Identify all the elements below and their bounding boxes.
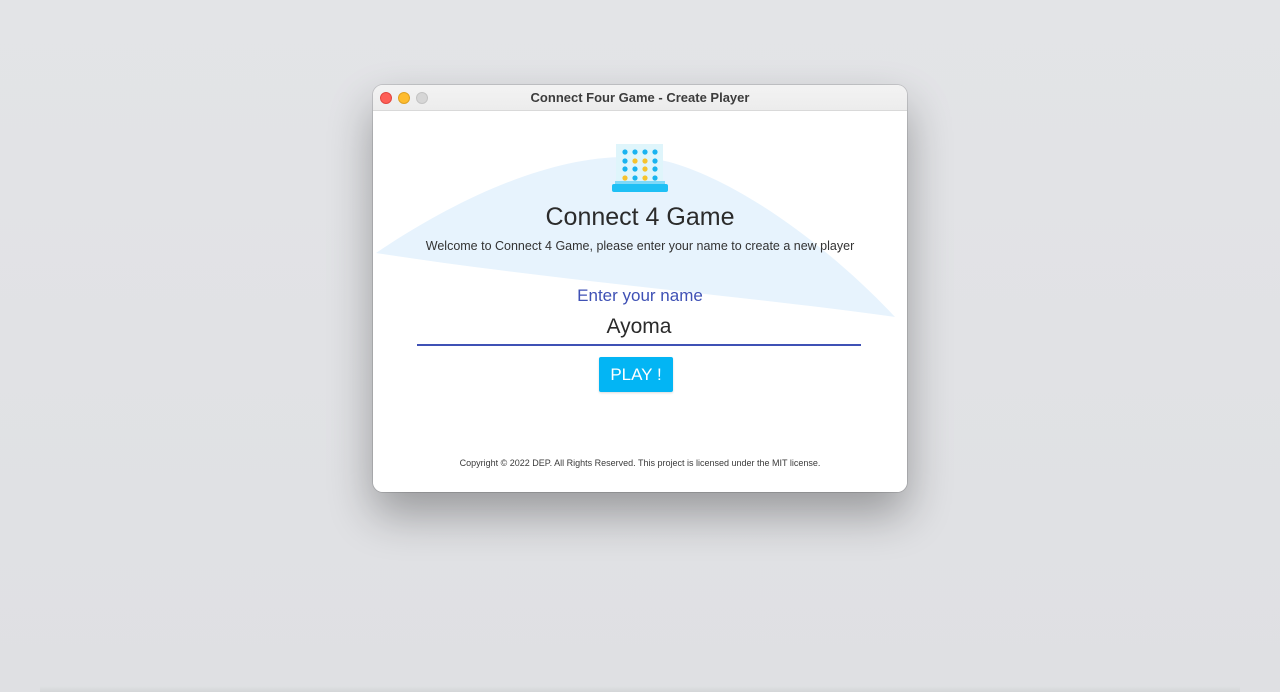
title-bar[interactable]: Connect Four Game - Create Player: [373, 85, 907, 111]
connect-four-board-icon: [612, 144, 668, 192]
name-field-label: Enter your name: [577, 286, 703, 305]
player-name-input[interactable]: [417, 310, 861, 346]
game-heading: Connect 4 Game: [545, 203, 735, 231]
welcome-message: Welcome to Connect 4 Game, please enter …: [425, 239, 855, 253]
play-button[interactable]: PLAY !: [599, 357, 673, 392]
desktop-shadow: [40, 686, 1240, 692]
create-player-window: Connect Four Game - Create Player Connec…: [373, 85, 907, 492]
create-player-panel: Connect 4 Game Welcome to Connect 4 Game…: [373, 111, 907, 492]
desktop: Connect Four Game - Create Player Connec…: [0, 0, 1280, 692]
copyright-notice: Copyright © 2022 DEP. All Rights Reserve…: [459, 458, 821, 468]
window-title: Connect Four Game - Create Player: [530, 90, 750, 105]
